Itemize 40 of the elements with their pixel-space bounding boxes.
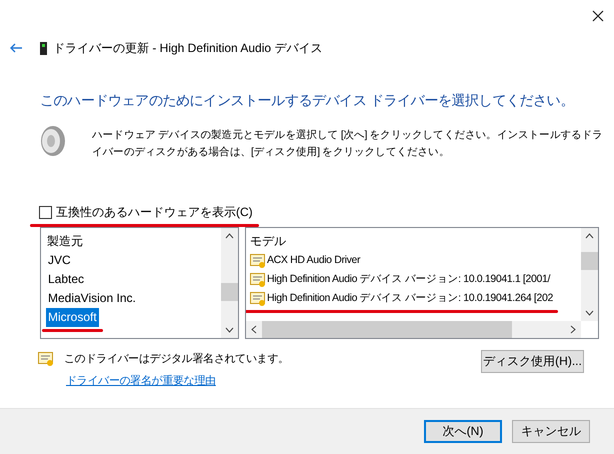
scroll-thumb[interactable] bbox=[221, 283, 238, 301]
scroll-down-icon[interactable] bbox=[585, 310, 594, 316]
scroll-right-icon[interactable] bbox=[570, 325, 576, 334]
checkbox-label[interactable]: 互換性のあるハードウェアを表示(C) bbox=[56, 204, 253, 221]
list-item[interactable]: High Definition Audio デバイス バージョン: 10.0.19041.1 [2001/ bbox=[249, 270, 552, 289]
device-icon bbox=[40, 42, 47, 54]
scroll-thumb[interactable] bbox=[581, 252, 598, 270]
back-arrow-icon[interactable] bbox=[10, 43, 22, 53]
checkbox[interactable] bbox=[39, 206, 52, 219]
column-header: 製造元 bbox=[46, 233, 84, 250]
scroll-up-icon[interactable] bbox=[225, 233, 234, 239]
item-label: High Definition Audio デバイス バージョン: 10.0.19041.1 [2001/ bbox=[267, 272, 550, 287]
close-icon[interactable] bbox=[592, 10, 604, 22]
list-item[interactable]: High Definition Audio デバイス バージョン: 10.0.19041.264 [202 bbox=[249, 289, 554, 308]
dialog-heading: このハードウェアのためにインストールするデバイス ドライバーを選択してください。 bbox=[39, 91, 575, 110]
description-text: ハードウェア デバイスの製造元とモデルを選択して [次へ] をクリックしてください。インストールするドライバーのディスクがある場合は、[ディスク使用] をクリックしてください。 bbox=[92, 128, 604, 160]
dialog-button[interactable]: キャンセル bbox=[512, 420, 590, 443]
certificate-icon bbox=[250, 272, 265, 287]
scroll-left-icon[interactable] bbox=[251, 325, 257, 334]
list-item[interactable]: ACX HD Audio Driver bbox=[249, 251, 362, 270]
certificate-icon bbox=[250, 291, 265, 306]
dialog-button[interactable]: 次へ(N) bbox=[424, 420, 502, 443]
column-header: モデル bbox=[249, 233, 287, 250]
scroll-up-icon[interactable] bbox=[585, 233, 594, 239]
vertical-scrollbar[interactable] bbox=[581, 228, 598, 321]
item-label: High Definition Audio デバイス バージョン: 10.0.19041.264 [202 bbox=[267, 291, 553, 306]
vertical-scrollbar[interactable] bbox=[221, 228, 238, 338]
item-label: ACX HD Audio Driver bbox=[267, 253, 360, 268]
horizontal-scrollbar[interactable] bbox=[246, 321, 581, 338]
scroll-thumb[interactable] bbox=[262, 321, 512, 338]
speaker-icon bbox=[40, 125, 66, 157]
window-title: ドライバーの更新 - High Definition Audio デバイス bbox=[53, 40, 322, 56]
certificate-icon bbox=[38, 350, 53, 366]
signature-link[interactable]: ドライバーの署名が重要な理由 bbox=[66, 373, 289, 388]
signature-text: このドライバーはデジタル署名されています。 bbox=[64, 352, 289, 366]
scroll-down-icon[interactable] bbox=[225, 327, 234, 333]
disk-button[interactable]: ディスク使用(H)... bbox=[481, 350, 584, 373]
manufacturers-list[interactable]: 製造元 JVC Labtec MediaVision Inc. Microsoft bbox=[40, 227, 239, 339]
certificate-icon bbox=[250, 253, 265, 268]
models-list[interactable]: モデル ACX HD Audio Driver High Definition Audio デバイス バージョン: 10.0.19041.1 [2001/ High Definition Audio デバイス バージョン: 10.0.19041.264 [202 bbox=[245, 227, 599, 339]
